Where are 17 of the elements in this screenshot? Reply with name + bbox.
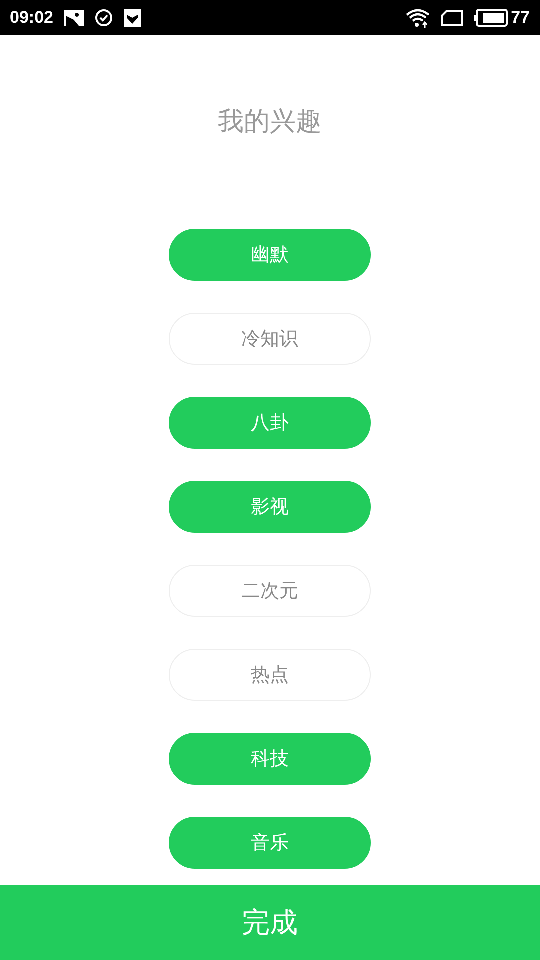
interest-chip[interactable]: 幽默 [169, 229, 371, 281]
interest-chip[interactable]: 二次元 [169, 565, 371, 617]
done-button[interactable]: 完成 [0, 885, 540, 960]
interest-chip[interactable]: 音乐 [169, 817, 371, 869]
battery-level: 77 [511, 8, 530, 28]
page-title: 我的兴趣 [218, 106, 322, 139]
check-circle-icon [95, 8, 114, 26]
interest-chip[interactable]: 八卦 [169, 397, 371, 449]
interest-chip[interactable]: 冷知识 [169, 313, 371, 365]
wifi-icon [406, 8, 430, 28]
picture-icon [64, 10, 84, 26]
interest-chip[interactable]: 科技 [169, 733, 371, 785]
interest-chip[interactable]: 影视 [169, 481, 371, 533]
battery-icon [474, 8, 508, 26]
interest-chip[interactable]: 热点 [169, 649, 371, 701]
sim-card-icon [441, 10, 464, 26]
clock: 09:02 [10, 8, 54, 28]
